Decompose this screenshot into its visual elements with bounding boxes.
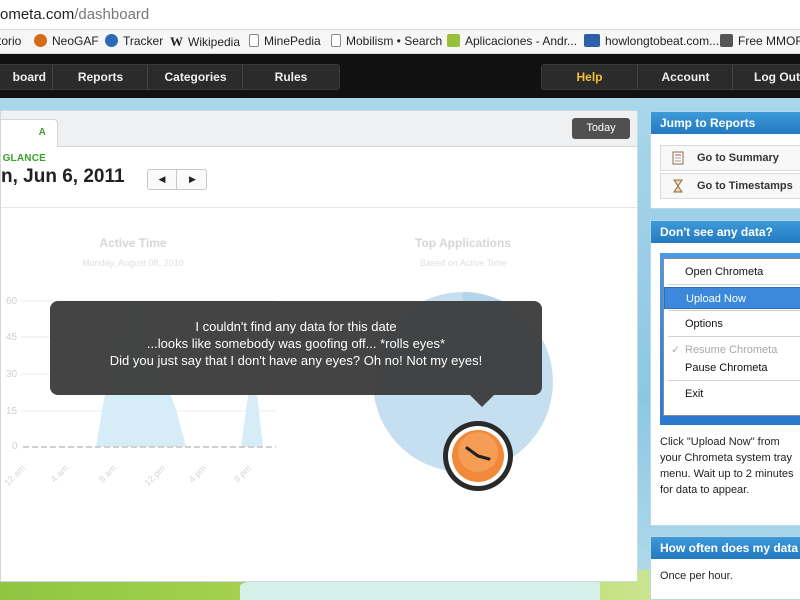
bookmark-label: MinePedia xyxy=(264,34,321,48)
jump-panel-title: Jump to Reports xyxy=(651,112,800,134)
nav-right-group: Help Account Log Out xyxy=(541,64,800,90)
tracker-icon xyxy=(105,34,118,47)
bookmark-item[interactable]: Aplicaciones - Andr... xyxy=(447,34,577,48)
menu-separator xyxy=(668,336,800,337)
bookmark-label: Tracker xyxy=(123,34,164,48)
sync-frequency-panel: How often does my data sync? Once per ho… xyxy=(650,536,800,600)
current-date: n, Jun 6, 2011 xyxy=(1,166,125,187)
bookmark-label: Wikipedia xyxy=(188,35,241,49)
bookmarks-bar: torio NeoGAF Tracker W Wikipedia MinePedi… xyxy=(0,30,800,54)
android-icon xyxy=(447,34,460,47)
date-pager: ◀ ▶ xyxy=(147,169,207,190)
url-text[interactable]: ometa.com/dashboard xyxy=(0,6,149,23)
bookmark-item[interactable]: NeoGAF xyxy=(34,34,99,48)
nav-help[interactable]: Help xyxy=(542,65,638,89)
date-bar: n, Jun 6, 2011 ◀ ▶ xyxy=(1,148,637,208)
bookmark-item[interactable]: Mobilism • Search xyxy=(331,34,442,48)
bookmark-label: Free MMORP xyxy=(738,34,800,48)
today-button[interactable]: Today xyxy=(572,118,630,139)
nav-reports[interactable]: Reports xyxy=(54,65,148,89)
neogaf-icon xyxy=(34,34,47,47)
page-icon xyxy=(249,34,259,47)
tray-menu-pause: Pause Chrometa xyxy=(685,362,768,374)
top-apps-title: Top Applications xyxy=(415,236,511,250)
bookmark-label: Aplicaciones - Andr... xyxy=(465,34,578,48)
tooltip-line: I couldn't find any data for this date xyxy=(195,319,397,334)
tab-at-a-glance[interactable]: A GLANCE xyxy=(1,119,58,164)
bookmark-item[interactable]: W Wikipedia xyxy=(170,34,240,49)
page-icon xyxy=(331,34,341,47)
bookmark-label: howlongtobeat.com... xyxy=(605,34,720,48)
tooltip-arrow xyxy=(470,395,494,407)
nav-dashboard[interactable]: board xyxy=(0,65,53,89)
app-nav: board Reports Categories Rules Help Acco… xyxy=(0,54,800,98)
next-day-button[interactable]: ▶ xyxy=(178,170,207,189)
document-icon xyxy=(672,151,684,165)
go-to-summary-label: Go to Summary xyxy=(697,152,779,164)
clock-icon xyxy=(443,421,513,491)
bookmark-item[interactable]: MinePedia xyxy=(249,34,321,48)
url-host: ometa.com xyxy=(0,6,75,23)
tray-menu-open: Open Chrometa xyxy=(685,266,764,278)
bookmark-item[interactable]: torio xyxy=(0,34,21,48)
menu-separator xyxy=(668,310,800,311)
nav-rules[interactable]: Rules xyxy=(244,65,338,89)
go-to-summary-link[interactable]: Go to Summary xyxy=(660,145,800,171)
sync-answer: Once per hour. xyxy=(660,570,733,582)
no-data-instructions: Click "Upload Now" from your Chrometa sy… xyxy=(660,436,794,496)
bookmark-label: NeoGAF xyxy=(52,34,99,48)
nav-logout[interactable]: Log Out xyxy=(734,65,800,89)
url-path: /dashboard xyxy=(74,6,150,23)
wikipedia-icon: W xyxy=(170,34,183,49)
tray-menu-exit: Exit xyxy=(685,388,704,400)
no-data-panel-title: Don't see any data? xyxy=(651,221,800,243)
glance-content: Active Time Monday, August 08, 2010 60 4… xyxy=(1,209,637,581)
previous-day-button[interactable]: ◀ xyxy=(148,170,177,189)
jump-to-reports-panel: Jump to Reports Go to Summary Go to Time… xyxy=(650,111,800,209)
tray-menu-upload-now: Upload Now xyxy=(664,287,800,309)
top-apps-subtitle: Based on Active Time xyxy=(419,258,507,268)
tray-menu-screenshot: Open Chrometa Upload Now Options ✓ Resume… xyxy=(660,253,800,425)
bookmark-label: Mobilism • Search xyxy=(346,34,443,48)
address-bar[interactable]: ometa.com/dashboard xyxy=(0,0,800,30)
nav-left-group: board Reports Categories Rules xyxy=(0,64,340,90)
tooltip-line: ...looks like somebody was goofing off..… xyxy=(146,336,446,351)
no-data-tooltip: I couldn't find any data for this date .… xyxy=(50,301,542,407)
hourglass-icon xyxy=(673,179,683,193)
tray-menu-resume-label: Resume Chrometa xyxy=(685,344,778,356)
bookmark-item[interactable]: howlongtobeat.com... xyxy=(584,34,719,48)
mmorpg-icon xyxy=(720,34,733,47)
nav-account[interactable]: Account xyxy=(639,65,733,89)
bookmark-item[interactable]: Tracker xyxy=(105,34,163,48)
menu-separator xyxy=(668,380,800,381)
no-data-help-panel: Don't see any data? Open Chrometa Upload… xyxy=(650,220,800,526)
tray-menu: Open Chrometa Upload Now Options ✓ Resume… xyxy=(663,258,800,416)
go-to-timestamps-link[interactable]: Go to Timestamps xyxy=(660,173,800,199)
tab-bar: A GLANCE Today xyxy=(1,111,637,164)
tray-menu-options: Options xyxy=(685,318,723,330)
bookmark-label: torio xyxy=(0,34,22,48)
nav-categories[interactable]: Categories xyxy=(149,65,243,89)
tooltip-line: Did you just say that I don't have any e… xyxy=(109,353,483,368)
sync-panel-title: How often does my data sync? xyxy=(651,537,800,559)
go-to-timestamps-label: Go to Timestamps xyxy=(697,180,793,192)
hltb-icon xyxy=(584,34,600,47)
menu-separator xyxy=(668,284,800,285)
bookmark-item[interactable]: Free MMORP xyxy=(720,34,800,48)
